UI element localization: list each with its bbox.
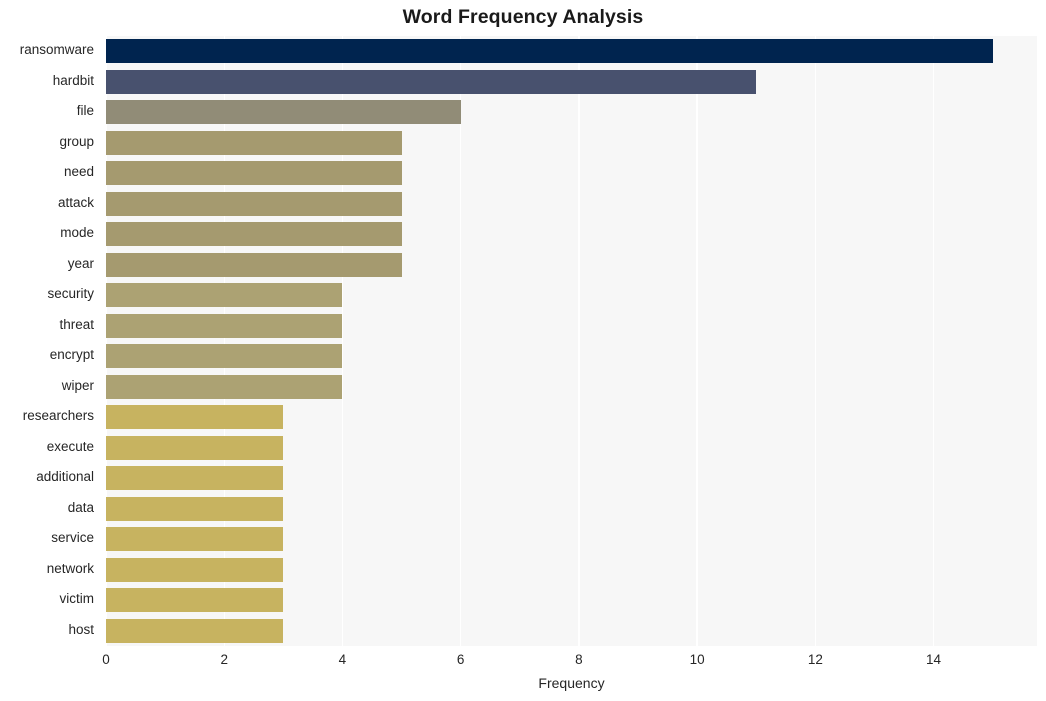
y-tick-label-wiper: wiper [61, 377, 94, 393]
y-tick-label-threat: threat [59, 316, 94, 332]
bar-victim[interactable] [106, 588, 284, 613]
bar-row [106, 618, 1037, 643]
y-tick-label-ransomware: ransomware [19, 42, 94, 58]
bar-year[interactable] [106, 252, 402, 277]
bar-row [106, 283, 1037, 308]
bar-row [106, 588, 1037, 613]
bar-row [106, 557, 1037, 582]
y-tick-label-execute: execute [46, 438, 94, 454]
bar-mode[interactable] [106, 222, 402, 247]
y-tick-label-hardbit: hardbit [52, 72, 94, 88]
bar-row [106, 435, 1037, 460]
y-tick-label-file: file [76, 103, 94, 119]
x-tick-label-0: 0 [102, 652, 110, 667]
y-tick-label-researchers: researchers [22, 408, 94, 424]
y-tick-label-data: data [67, 499, 94, 515]
bar-row [106, 252, 1037, 277]
bar-researchers[interactable] [106, 405, 284, 430]
y-tick-label-victim: victim [59, 591, 95, 607]
bar-row [106, 39, 1037, 64]
y-tick-label-network: network [46, 560, 94, 576]
y-tick-label-mode: mode [60, 225, 94, 241]
bar-row [106, 69, 1037, 94]
x-tick-label-12: 12 [807, 652, 823, 667]
bar-row [106, 374, 1037, 399]
y-axis-tick-labels: ransomware hardbit file group need attack mode… [0, 36, 100, 646]
bar-security[interactable] [106, 283, 343, 308]
y-tick-label-attack: attack [57, 194, 94, 210]
x-tick-label-2: 2 [220, 652, 228, 667]
x-tick-label-10: 10 [689, 652, 705, 667]
bar-row [106, 313, 1037, 338]
bar-row [106, 466, 1037, 491]
bar-additional[interactable] [106, 466, 284, 491]
bar-row [106, 527, 1037, 552]
x-axis-tick-labels: 0 2 4 6 8 10 12 14 [0, 652, 1046, 674]
bar-need[interactable] [106, 161, 402, 186]
x-tick-label-6: 6 [456, 652, 465, 667]
bar-row [106, 191, 1037, 216]
bar-file[interactable] [106, 100, 461, 125]
bar-row [106, 100, 1037, 125]
bar-ransomware[interactable] [106, 39, 993, 64]
bar-host[interactable] [106, 618, 284, 643]
x-axis-title: Frequency [538, 675, 605, 691]
bar-group[interactable] [106, 130, 402, 155]
bar-service[interactable] [106, 527, 284, 552]
y-tick-label-encrypt: encrypt [49, 347, 94, 363]
bar-row [106, 496, 1037, 521]
bar-network[interactable] [106, 557, 284, 582]
y-tick-label-need: need [63, 164, 94, 180]
plot-area [106, 36, 1037, 646]
y-tick-label-group: group [59, 133, 94, 149]
word-frequency-chart: Word Frequency Analysis ransomware hardbi… [0, 0, 1046, 701]
chart-title: Word Frequency Analysis [402, 6, 644, 28]
bar-hardbit[interactable] [106, 69, 757, 94]
y-tick-label-additional: additional [36, 469, 94, 485]
bar-attack[interactable] [106, 191, 402, 216]
bar-execute[interactable] [106, 435, 284, 460]
bar-row [106, 344, 1037, 369]
x-tick-label-8: 8 [575, 652, 583, 667]
bar-encrypt[interactable] [106, 344, 343, 369]
y-tick-label-security: security [47, 286, 94, 302]
x-tick-label-4: 4 [338, 652, 347, 667]
bar-data[interactable] [106, 496, 284, 521]
y-tick-label-service: service [51, 530, 94, 546]
bars-layer [106, 36, 1037, 646]
bar-wiper[interactable] [106, 374, 343, 399]
bar-row [106, 161, 1037, 186]
x-tick-label-14: 14 [926, 652, 942, 667]
bar-threat[interactable] [106, 313, 343, 338]
bar-row [106, 130, 1037, 155]
y-tick-label-host: host [68, 621, 94, 637]
bar-row [106, 222, 1037, 247]
y-tick-label-year: year [67, 255, 94, 271]
bar-row [106, 405, 1037, 430]
